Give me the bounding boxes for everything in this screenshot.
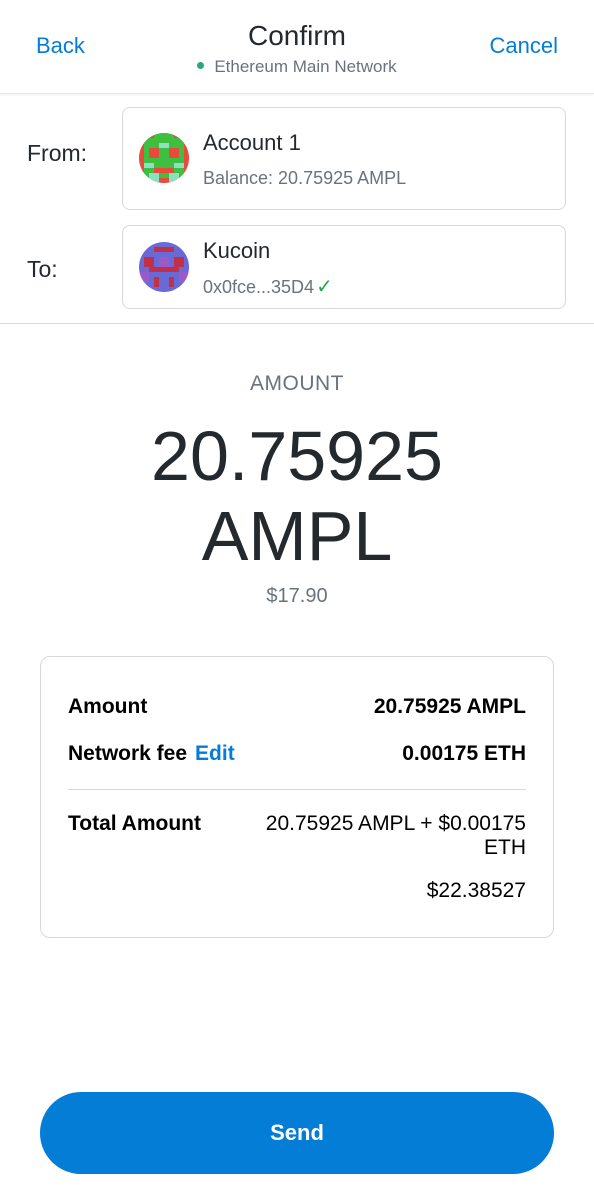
recipient-avatar-icon [139, 242, 189, 292]
network-name: Ethereum Main Network [214, 57, 397, 76]
from-account-name: Account 1 [203, 130, 301, 155]
confirm-transaction-screen: Back Confirm Ethereum Main Network Cance… [0, 0, 594, 1200]
summary-divider [68, 789, 526, 790]
recipient-address: 0x0fce...35D4 [203, 277, 315, 297]
from-account-balance: Balance: 20.75925 AMPL [203, 168, 407, 188]
summary-amount-label: Amount [68, 695, 148, 718]
to-label: To: [27, 256, 58, 282]
total-amount-value: 20.75925 AMPL + $0.00175 ETH [265, 812, 526, 859]
from-account-selector[interactable]: Account 1 Balance: 20.75925 AMPL [122, 107, 566, 210]
amount-value: 20.75925 AMPL [0, 416, 594, 576]
amount-heading: AMOUNT [250, 372, 344, 395]
recipient-name: Kucoin [203, 238, 271, 263]
summary-amount-value: 20.75925 AMPL [373, 695, 526, 718]
cancel-button[interactable]: Cancel [490, 33, 558, 59]
network-status-dot-icon [197, 62, 205, 70]
edit-fee-link[interactable]: Edit [195, 742, 235, 765]
recipient-address-line: 0x0fce...35D4 ✓ [203, 274, 333, 299]
amount-token-symbol: AMPL [201, 497, 393, 575]
check-icon: ✓ [316, 276, 333, 298]
transaction-summary-card: Amount 20.75925 AMPL Network fee Edit 0.0… [40, 656, 554, 938]
amount-number: 20.75925 [151, 417, 443, 495]
to-account-field[interactable]: Kucoin 0x0fce...35D4 ✓ [122, 225, 566, 309]
total-amount-label: Total Amount [68, 812, 201, 835]
from-label: From: [27, 140, 88, 166]
divider [0, 323, 594, 324]
network-indicator: Ethereum Main Network [0, 57, 594, 77]
total-fiat-value: $22.38527 [426, 879, 526, 902]
send-button[interactable]: Send [40, 1092, 554, 1174]
amount-fiat-value: $17.90 [266, 585, 328, 607]
network-fee-value: 0.00175 ETH [402, 742, 526, 765]
network-fee-row-label: Network fee Edit [68, 742, 235, 766]
account-avatar-icon [139, 133, 189, 183]
navigation-header: Back Confirm Ethereum Main Network Cance… [0, 0, 594, 94]
network-fee-label: Network fee [68, 742, 188, 765]
